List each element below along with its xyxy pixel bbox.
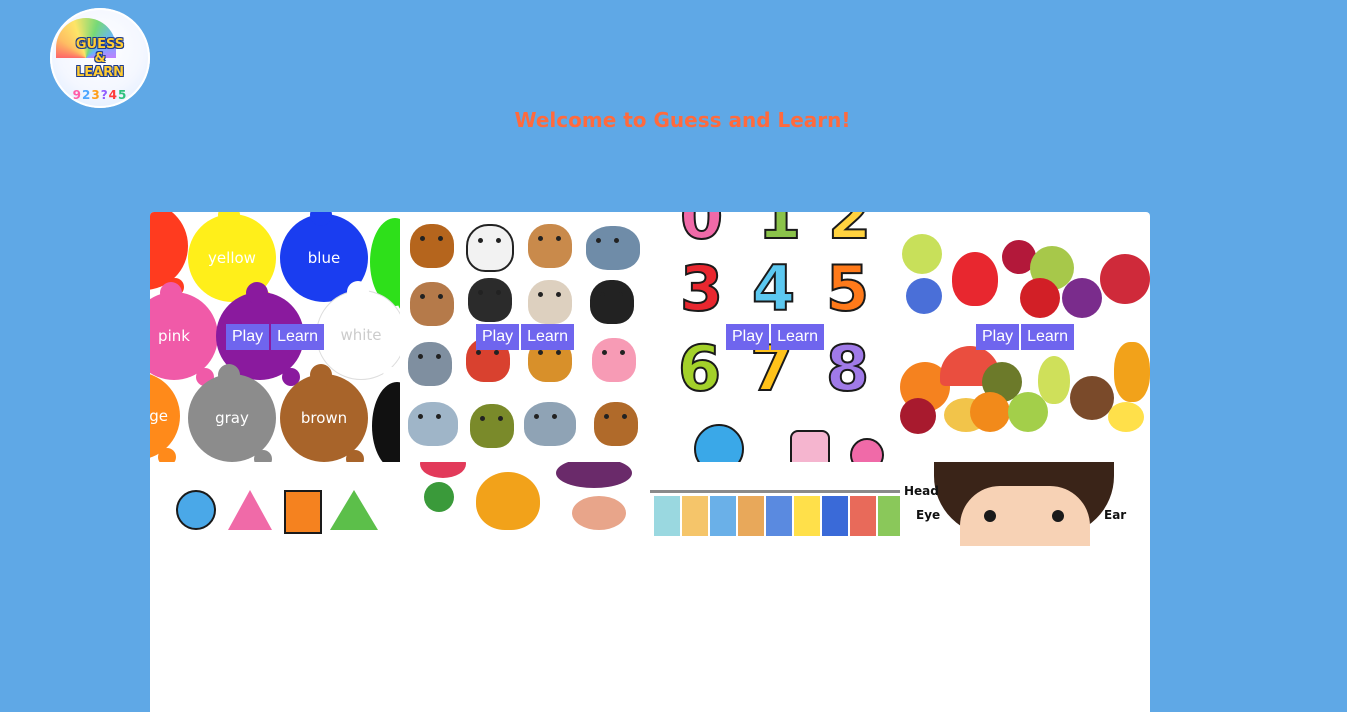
card-actions: Play Learn: [150, 324, 400, 350]
llama-icon: [528, 280, 572, 324]
topic-grid: yellow blue pink white ge gray brown Pla…: [150, 212, 1150, 712]
elephant-2-icon: [524, 402, 576, 446]
apple-icon: [1020, 278, 1060, 318]
brown-splat: brown: [280, 364, 368, 462]
kangaroo-icon: [410, 282, 454, 326]
learn-button[interactable]: Learn: [771, 324, 825, 350]
card-actions: Play Learn: [400, 324, 650, 350]
body-parts-art: Head Eye Ear: [900, 462, 1150, 712]
baby-elephant-icon: [408, 402, 458, 446]
learn-button[interactable]: Learn: [1021, 324, 1075, 350]
play-button[interactable]: Play: [725, 324, 770, 350]
blackberry-icon: [1062, 278, 1102, 318]
card-actions: Play Learn: [900, 324, 1150, 350]
jeans-icon: [822, 496, 848, 536]
clothes-art: [650, 462, 900, 712]
play-button[interactable]: Play: [975, 324, 1020, 350]
coat-icon: [738, 496, 764, 536]
lion-2-icon: [594, 402, 638, 446]
grapes-icon: [902, 234, 942, 274]
app-logo[interactable]: GUESS & LEARN 923?45: [50, 8, 150, 108]
papaya-icon: [1114, 342, 1150, 402]
vegetables-art: [400, 462, 650, 712]
card-colors: yellow blue pink white ge gray brown Pla…: [150, 212, 400, 462]
number-blob-2: [850, 438, 884, 462]
lion-icon: [410, 224, 454, 268]
hoodie-icon: [794, 496, 820, 536]
gray-splat: gray: [188, 364, 276, 462]
learn-button[interactable]: Learn: [271, 324, 325, 350]
clothes-rail: [650, 490, 900, 493]
snake-icon: [470, 404, 514, 448]
head-label: Head: [904, 484, 939, 498]
lemon-icon: [1108, 402, 1144, 432]
shapes-art: [150, 462, 400, 712]
number-three: 3: [679, 252, 724, 325]
eye-icon: [984, 510, 996, 522]
panda-icon: [466, 224, 514, 272]
rectangle-shape-icon: [284, 490, 322, 534]
card-clothes: [650, 462, 900, 712]
radish-icon: [420, 462, 466, 478]
number-two: 2: [827, 212, 872, 253]
card-vegetables: [400, 462, 650, 712]
card-animals: Play Learn: [400, 212, 650, 462]
black-splat: [372, 382, 400, 462]
cucumber-icon: [424, 482, 454, 512]
orange-splat: ge: [150, 372, 180, 462]
card-numbers: 0 1 2 3 4 5 6 7 8 Play Learn: [650, 212, 900, 462]
face-icon: [960, 486, 1090, 546]
trapezoid-shape-icon: [330, 490, 378, 530]
strawberry-icon: [952, 252, 998, 306]
pomegranate-icon: [900, 398, 936, 434]
card-fruits: Play Learn: [900, 212, 1150, 462]
jacket-icon: [710, 496, 736, 536]
number-nine-blob: [694, 424, 744, 462]
triangle-shape-icon: [228, 490, 272, 530]
eagle-icon: [468, 278, 512, 322]
sweater-icon: [766, 496, 792, 536]
tshirt-icon: [850, 496, 876, 536]
logo-title: GUESS & LEARN: [75, 37, 125, 80]
circle-shape-icon: [176, 490, 216, 530]
red-splat: [150, 212, 188, 296]
number-zero: 0: [679, 212, 724, 253]
play-button[interactable]: Play: [225, 324, 270, 350]
vest-icon: [878, 496, 900, 536]
eye-icon: [1052, 510, 1064, 522]
dress-icon: [682, 496, 708, 536]
card-shapes: [150, 462, 400, 712]
play-button[interactable]: Play: [475, 324, 520, 350]
welcome-heading: Welcome to Guess and Learn!: [514, 108, 851, 132]
learn-button[interactable]: Learn: [521, 324, 575, 350]
puffin-icon: [590, 280, 634, 324]
eggplant-icon: [556, 462, 632, 488]
raspberry-icon: [1100, 254, 1150, 304]
card-actions: Play Learn: [650, 324, 900, 350]
number-five: 5: [825, 252, 870, 325]
potato-icon: [572, 496, 626, 530]
deer-icon: [528, 224, 572, 268]
onion-icon: [476, 472, 540, 530]
card-body-parts: Head Eye Ear: [900, 462, 1150, 712]
blueberries-icon: [906, 278, 942, 314]
number-blob: [790, 430, 830, 462]
shirt-icon: [654, 496, 680, 536]
elephant-icon: [586, 226, 640, 270]
number-four: 4: [751, 252, 796, 325]
logo-digits: 923?45: [72, 88, 128, 102]
pear-icon: [1038, 356, 1070, 404]
persimmon-icon: [970, 392, 1010, 432]
number-one: 1: [757, 212, 802, 253]
